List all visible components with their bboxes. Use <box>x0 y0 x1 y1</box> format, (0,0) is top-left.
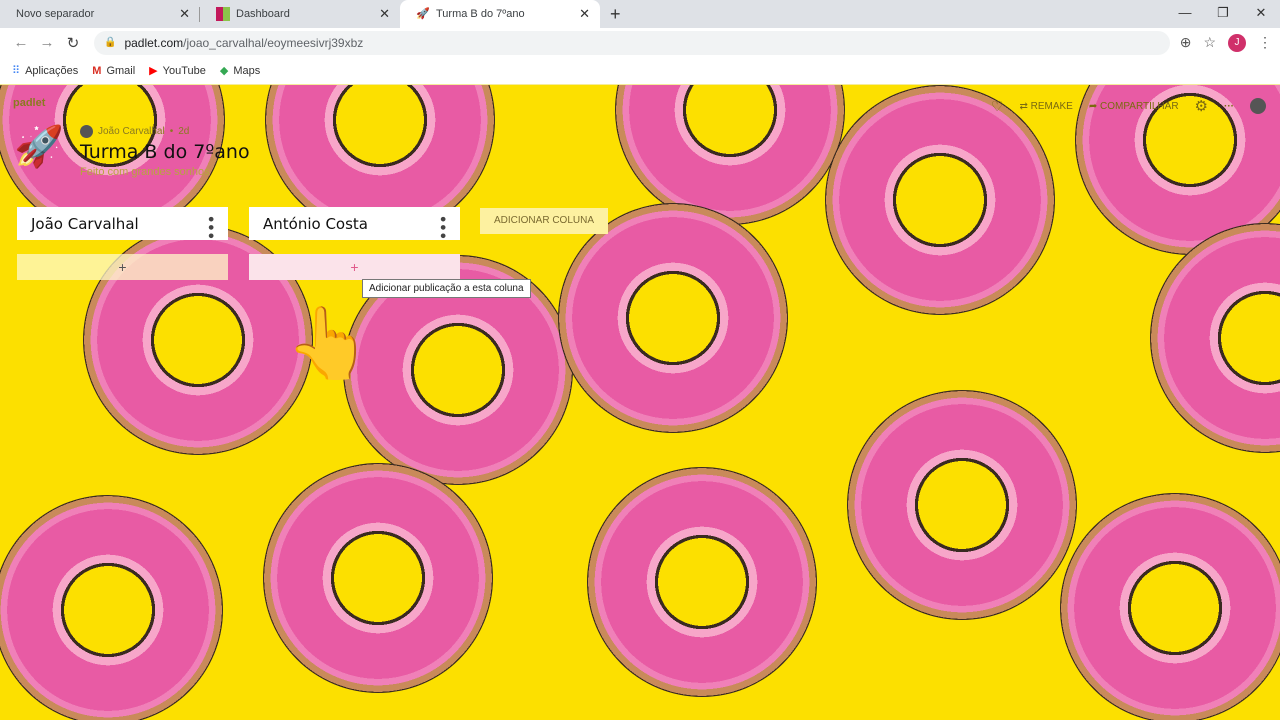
forward-icon[interactable]: → <box>34 34 60 51</box>
add-column-button[interactable]: ADICIONAR COLUNA <box>480 208 608 234</box>
youtube-icon: ▶ <box>149 65 158 77</box>
minimize-icon[interactable]: — <box>1166 0 1204 26</box>
star-icon[interactable]: ☆ <box>1203 34 1216 51</box>
donut-image <box>587 467 817 697</box>
heart-icon[interactable]: ♡ <box>991 98 1004 115</box>
author-avatar <box>80 125 93 138</box>
bookmark-maps[interactable]: ◆ Maps <box>219 64 260 78</box>
padlet-header: padlet 🚀 João Carvalhal • 2d Turma B do 7º… <box>0 85 1280 193</box>
bookmark-aplicacoes[interactable]: ⠿ Aplicações <box>12 64 78 78</box>
menu-icon[interactable]: ⋮ <box>1258 34 1272 51</box>
page-subtitle: Feito com grandes sonhos <box>80 166 210 178</box>
address-bar-row: ← → ↻ 🔒 padlet.com/joao_carvalhal/eoymees… <box>0 28 1280 57</box>
donut-image <box>558 203 788 433</box>
tab-dashboard[interactable]: Dashboard ✕ <box>200 0 400 28</box>
url-input[interactable]: 🔒 padlet.com/joao_carvalhal/eoymeesivrj39… <box>94 30 1170 55</box>
close-window-icon[interactable]: ✕ <box>1242 0 1280 26</box>
reload-icon[interactable]: ↻ <box>60 34 86 52</box>
gmail-icon: M <box>92 64 102 77</box>
rocket-favicon-icon: 🚀 <box>416 8 430 20</box>
tab-novo-separador[interactable]: Novo separador ✕ <box>0 0 200 28</box>
close-icon[interactable]: ✕ <box>579 6 590 22</box>
hand-cursor-icon: 👆 <box>285 304 373 382</box>
share-icon: ➦ <box>1088 100 1101 112</box>
close-icon[interactable]: ✕ <box>179 6 190 22</box>
column-header-antonio[interactable]: António Costa ••• <box>249 207 460 240</box>
tab-strip: Novo separador ✕ Dashboard ✕ 🚀 Turma B do 7… <box>0 0 1280 28</box>
donut-image <box>1060 493 1280 720</box>
new-tab-button[interactable]: + <box>610 4 621 25</box>
add-post-button[interactable]: + <box>17 254 228 280</box>
post-age: 2d <box>178 126 190 137</box>
back-icon[interactable]: ← <box>8 34 34 51</box>
lock-icon: 🔒 <box>104 37 117 48</box>
more-icon[interactable]: ··· <box>1224 101 1234 112</box>
profile-avatar[interactable]: J <box>1228 33 1246 52</box>
donut-image <box>1150 223 1280 453</box>
column-menu-icon[interactable]: ••• <box>434 215 449 240</box>
bookmarks-bar: ⠿ Aplicações M Gmail ▶ YouTube ◆ Maps <box>0 57 1280 85</box>
user-avatar[interactable] <box>1250 98 1266 114</box>
padlet-logo[interactable]: padlet <box>13 97 45 109</box>
donut-image <box>0 495 223 720</box>
share-button[interactable]: ➦ COMPARTILHAR <box>1089 101 1179 112</box>
dashboard-favicon-icon <box>216 7 230 21</box>
gear-icon[interactable]: ⚙ <box>1195 97 1208 115</box>
close-icon[interactable]: ✕ <box>379 6 390 22</box>
column-menu-icon[interactable]: ••• <box>202 215 217 240</box>
add-post-button[interactable]: + <box>249 254 460 280</box>
add-icon[interactable]: ⊕ <box>1180 34 1192 51</box>
column-header-joao[interactable]: João Carvalhal ••• <box>17 207 228 240</box>
donut-image <box>847 390 1077 620</box>
remake-icon: ⇄ <box>1019 100 1031 112</box>
author-name[interactable]: João Carvalhal <box>98 126 165 137</box>
apps-grid-icon: ⠿ <box>12 65 21 77</box>
page-title: Turma B do 7ºano <box>80 141 250 163</box>
remake-button[interactable]: ⇄ REMAKE <box>1019 101 1072 112</box>
donut-image <box>263 463 493 693</box>
maximize-icon[interactable]: ❐ <box>1204 0 1242 26</box>
tooltip: Adicionar publicação a esta coluna <box>362 279 531 298</box>
bookmark-gmail[interactable]: M Gmail <box>92 65 135 77</box>
bookmark-youtube[interactable]: ▶ YouTube <box>149 64 206 78</box>
tab-turma-b[interactable]: 🚀 Turma B do 7ºano ✕ <box>400 0 600 28</box>
rocket-icon: 🚀 <box>14 125 64 169</box>
maps-icon: ◆ <box>219 65 229 77</box>
